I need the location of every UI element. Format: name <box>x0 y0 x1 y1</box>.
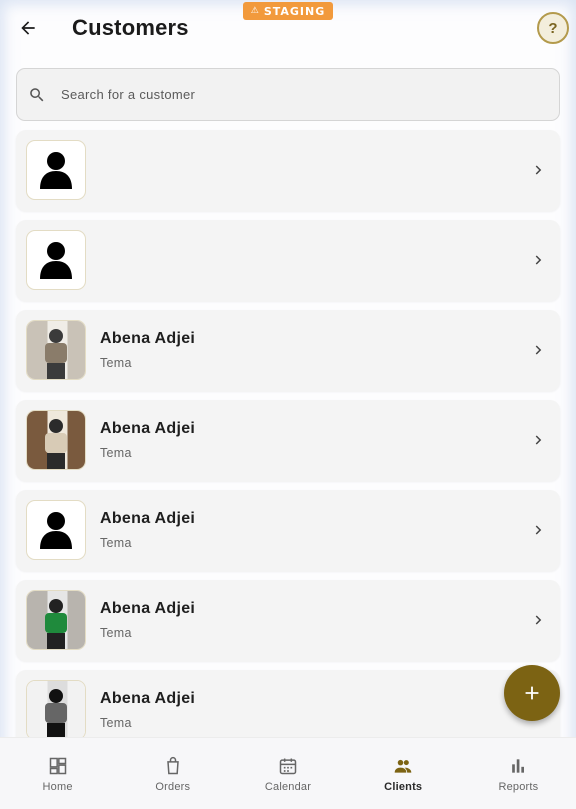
staging-badge: ⚠ STAGING <box>243 2 333 20</box>
search-icon <box>30 87 44 101</box>
calendar-icon <box>279 758 297 775</box>
nav-item-orders[interactable]: Orders <box>115 738 230 809</box>
arrow-left-icon <box>21 21 35 35</box>
customer-location: Tema <box>100 716 132 730</box>
dashboard-icon <box>49 757 66 775</box>
nav-label: Calendar <box>264 781 312 793</box>
customer-photo <box>27 591 85 649</box>
nav-item-clients[interactable]: Clients <box>346 738 461 809</box>
chevron-right-icon <box>535 345 542 355</box>
bottom-navigation: Home Orders Calendar Clients Reports <box>0 737 576 809</box>
nav-item-reports[interactable]: Reports <box>461 738 576 809</box>
default-avatar-icon <box>40 512 72 549</box>
chevron-right-icon <box>535 435 542 445</box>
customer-name: Abena Adjei <box>100 690 196 707</box>
chevron-right-icon <box>535 615 542 625</box>
customer-avatar <box>26 410 86 470</box>
people-icon <box>394 759 412 773</box>
bar-chart-icon <box>512 759 525 773</box>
nav-label: Reports <box>498 781 539 793</box>
customer-row[interactable]: Abena Adjei Tema <box>16 310 560 391</box>
app-screen: ⚠ STAGING Customers ? Abena AdjeiTemaAbe… <box>0 0 576 809</box>
chevron-right-icon <box>535 165 542 175</box>
help-label: ? <box>548 19 558 37</box>
default-avatar-icon <box>40 152 72 189</box>
page-title: Customers <box>72 15 189 40</box>
customer-location: Tema <box>100 356 132 370</box>
add-customer-button[interactable] <box>504 665 560 721</box>
customer-location: Tema <box>100 626 132 640</box>
customer-location: Tema <box>100 446 132 460</box>
customer-avatar <box>26 140 86 200</box>
customer-avatar <box>26 590 86 650</box>
customer-photo <box>27 411 85 469</box>
staging-label: STAGING <box>263 4 326 18</box>
chevron-right-icon <box>535 525 542 535</box>
customer-name: Abena Adjei <box>100 600 196 617</box>
customer-avatar <box>26 320 86 380</box>
customer-name: Abena Adjei <box>100 330 196 347</box>
customer-row[interactable]: Abena Adjei Tema <box>16 580 560 661</box>
nav-label: Home <box>42 781 73 793</box>
customer-name: Abena Adjei <box>100 420 196 437</box>
customer-avatar <box>26 680 86 740</box>
nav-item-calendar[interactable]: Calendar <box>230 738 345 809</box>
nav-label: Clients <box>384 781 423 793</box>
plus-icon <box>525 686 539 700</box>
nav-item-home[interactable]: Home <box>0 738 115 809</box>
back-button[interactable] <box>14 14 42 42</box>
search-input[interactable] <box>61 87 501 102</box>
customer-avatar <box>26 500 86 560</box>
customer-row[interactable]: Abena Adjei Tema <box>16 490 560 571</box>
default-avatar-icon <box>40 242 72 279</box>
shopping-bag-icon <box>166 756 179 775</box>
nav-label: Orders <box>155 781 191 793</box>
customer-photo <box>27 681 85 739</box>
customer-row[interactable]: Abena Adjei Tema <box>16 400 560 481</box>
customer-photo <box>27 321 85 379</box>
customer-location: Tema <box>100 536 132 550</box>
construction-icon: ⚠ <box>250 6 260 16</box>
customer-row[interactable] <box>16 130 560 211</box>
customer-avatar <box>26 230 86 290</box>
customer-row[interactable] <box>16 220 560 301</box>
chevron-right-icon <box>535 255 542 265</box>
search-bar[interactable] <box>16 68 560 121</box>
customer-name: Abena Adjei <box>100 510 196 527</box>
help-button[interactable]: ? <box>537 12 569 44</box>
